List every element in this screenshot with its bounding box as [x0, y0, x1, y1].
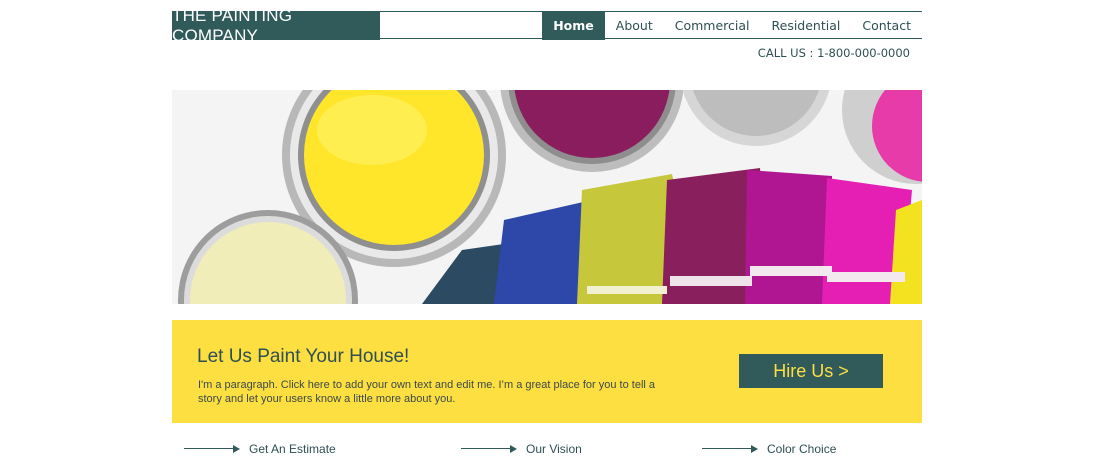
banner-title: Let Us Paint Your House!	[197, 346, 410, 367]
get-estimate-link[interactable]: Get An Estimate	[184, 438, 336, 460]
banner-paragraph: I'm a paragraph. Click here to add your …	[198, 379, 656, 405]
nav-item-contact[interactable]: Contact	[851, 11, 922, 40]
nav-item-about[interactable]: About	[605, 11, 664, 40]
feature-links: Get An Estimate Our Vision Color Choice	[0, 438, 1100, 460]
arrow-right-icon	[461, 444, 517, 454]
nav-item-home[interactable]: Home	[542, 11, 605, 40]
color-choice-label: Color Choice	[767, 442, 837, 456]
nav-item-commercial[interactable]: Commercial	[664, 11, 761, 40]
arrow-right-icon	[702, 444, 758, 454]
get-estimate-label: Get An Estimate	[249, 442, 336, 456]
our-vision-label: Our Vision	[526, 442, 582, 456]
phone-number: CALL US : 1-800-000-0000	[757, 46, 910, 60]
site-header: THE PAINTING COMPANY Home About Commerci…	[172, 6, 922, 45]
main-nav: Home About Commercial Residential Contac…	[542, 11, 922, 40]
arrow-right-icon	[184, 444, 240, 454]
hero-image	[172, 90, 922, 304]
nav-item-residential[interactable]: Residential	[761, 11, 852, 40]
color-choice-link[interactable]: Color Choice	[702, 438, 836, 460]
promo-banner: Let Us Paint Your House! I'm a paragraph…	[172, 320, 922, 423]
hire-us-button[interactable]: Hire Us >	[739, 354, 883, 388]
site-logo[interactable]: THE PAINTING COMPANY	[172, 6, 380, 45]
our-vision-link[interactable]: Our Vision	[461, 438, 582, 460]
